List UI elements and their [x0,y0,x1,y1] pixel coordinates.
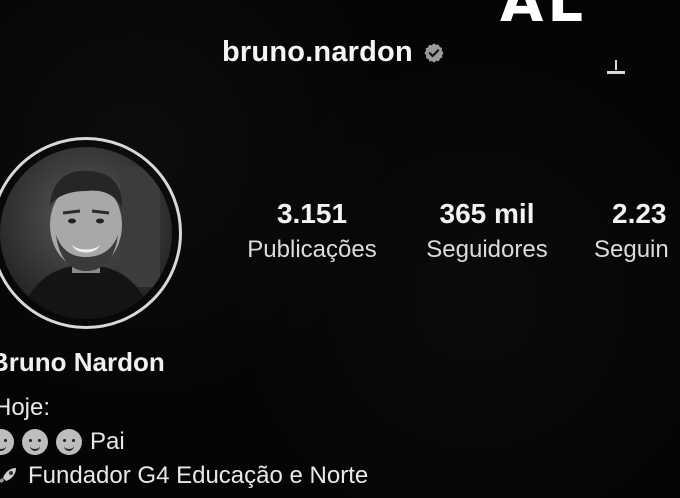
followers-label: Seguidores [426,236,548,263]
rocket-icon [0,468,16,483]
old-woman-face-icon [56,429,82,455]
posts-count: 3.151 [276,198,348,229]
following-label: Seguin [594,236,669,263]
bio-line-today: Hoje: [0,394,50,422]
bell-icon[interactable] [604,56,628,80]
verified-badge-icon [424,42,444,63]
bio-founder-text: Fundador G4 Educação e Norte [28,462,369,489]
avatar-photo [0,147,172,319]
stat-following[interactable]: 2.23 Seguin [594,198,680,264]
stat-posts[interactable]: 3.151 Publicações [232,198,392,264]
bio-line-family: Pai [0,428,125,456]
username: bruno.nardon [222,36,413,68]
overlay-caption: AL [500,0,588,35]
bio-pai-text: Pai [90,428,125,455]
baby-face-icon [22,429,48,455]
display-name: Bruno Nardon [0,347,165,377]
bio-line-founder: Fundador G4 Educação e Norte [0,462,368,490]
stat-followers[interactable]: 365 mil Seguidores [404,198,570,264]
profile-header: bruno.nardon [222,36,445,69]
man-face-icon [0,429,14,455]
posts-label: Publicações [247,236,377,263]
bio-today-text: Hoje: [0,394,51,421]
followers-count: 365 mil [439,198,535,229]
following-count: 2.23 [612,198,667,229]
